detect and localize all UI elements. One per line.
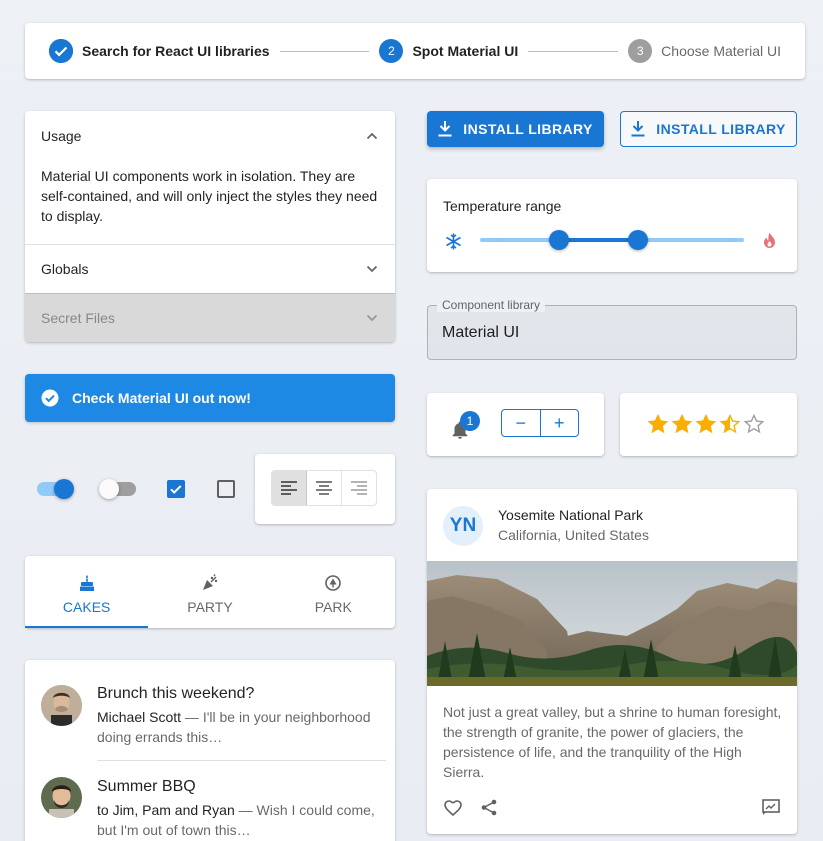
format-align-right-icon: [351, 481, 367, 495]
accordion-globals-header[interactable]: Globals: [25, 244, 395, 293]
accordion-usage-title: Usage: [41, 127, 82, 144]
star-half-icon[interactable]: [720, 414, 740, 434]
slider-thumb-low[interactable]: [549, 230, 570, 250]
quantity-stepper: − +: [501, 409, 579, 437]
install-label: INSTALL LIBRARY: [463, 121, 593, 137]
step-1-label: Search for React UI libraries: [82, 43, 270, 59]
accordion: Usage Material UI components work in iso…: [25, 111, 395, 342]
check-circle-icon: [41, 389, 59, 407]
email-preview: Michael Scott — I'll be in your neighbor…: [97, 707, 377, 747]
fire-icon: [764, 232, 775, 248]
checkbox-unchecked[interactable]: [217, 480, 235, 498]
email-preview: to Jim, Pam and Ryan — Wish I could come…: [97, 800, 377, 840]
accordion-secret-files-header: Secret Files: [25, 293, 395, 342]
chevron-up-icon: [366, 132, 378, 139]
alert-message: Check Material UI out now!: [72, 390, 251, 406]
avatar: [41, 777, 82, 818]
email-title: Brunch this weekend?: [97, 685, 255, 702]
card-description: Not just a great valley, but a shrine to…: [443, 704, 782, 780]
format-align-center-icon: [316, 481, 332, 495]
step-2-number: 2: [379, 39, 404, 63]
list-item[interactable]: Summer BBQ to Jim, Pam and Ryan — Wish I…: [25, 760, 395, 841]
tab-party-label: PARTY: [187, 598, 233, 615]
badge-card: 1 − +: [427, 393, 604, 456]
slider-label: Temperature range: [443, 198, 562, 214]
email-sender: Michael Scott: [97, 709, 182, 725]
step-2[interactable]: 2 Spot Material UI: [379, 39, 518, 63]
slider-track[interactable]: [480, 230, 744, 250]
email-title: Summer BBQ: [97, 778, 196, 795]
success-alert: Check Material UI out now!: [25, 374, 395, 422]
yosemite-image: [427, 561, 797, 686]
temperature-slider-card: Temperature range: [427, 179, 797, 272]
rating-card: [620, 393, 797, 456]
step-3-number: 3: [628, 39, 653, 63]
checkbox-checked[interactable]: [167, 480, 185, 498]
tabs: CAKES PARTY PARK: [25, 556, 395, 628]
cake-icon: [79, 574, 94, 591]
component-library-field[interactable]: Component library Material UI: [427, 298, 797, 360]
star-empty-icon[interactable]: [744, 414, 764, 434]
install-label: INSTALL LIBRARY: [656, 121, 786, 137]
accordion-usage-header[interactable]: Usage: [25, 111, 395, 160]
chevron-down-icon: [366, 265, 378, 273]
align-right-button[interactable]: [342, 471, 376, 505]
tab-park[interactable]: PARK: [272, 556, 395, 628]
avatar: [41, 685, 82, 726]
star-filled-icon[interactable]: [648, 414, 668, 434]
chevron-down-icon: [366, 314, 378, 322]
switch-on[interactable]: [37, 479, 74, 499]
download-icon: [631, 121, 645, 137]
star-rating[interactable]: [648, 414, 764, 434]
tab-park-label: PARK: [314, 598, 352, 615]
increment-button[interactable]: +: [541, 410, 579, 436]
switch-off[interactable]: [99, 479, 136, 499]
step-3-label: Choose Material UI: [661, 43, 781, 59]
celebration-icon: [202, 573, 218, 590]
alignment-toggle-card: [255, 454, 395, 524]
accordion-usage-body: Material UI components work in isolation…: [41, 168, 378, 224]
tab-cakes-label: CAKES: [62, 598, 111, 615]
align-center-button[interactable]: [307, 471, 342, 505]
notification-count-badge: 1: [460, 411, 480, 431]
insert-comment-icon[interactable]: [762, 799, 780, 816]
install-library-contained-button[interactable]: INSTALL LIBRARY: [427, 111, 604, 147]
decrement-button[interactable]: −: [502, 410, 541, 436]
check-icon: [49, 39, 73, 63]
download-icon: [438, 121, 452, 137]
step-3[interactable]: 3 Choose Material UI: [628, 39, 781, 63]
tab-party[interactable]: PARTY: [148, 556, 271, 628]
media-card: YN Yosemite National Park California, Un…: [427, 489, 797, 834]
align-left-button[interactable]: [272, 471, 307, 505]
slider-range-fill: [559, 238, 639, 242]
accordion-globals-title: Globals: [41, 261, 89, 277]
share-icon[interactable]: [481, 799, 497, 816]
star-filled-icon[interactable]: [672, 414, 692, 434]
card-subheader: California, United States: [498, 527, 649, 543]
step-connector: [528, 50, 619, 52]
avatar: YN: [443, 506, 483, 546]
field-label: Component library: [437, 298, 546, 312]
tab-cakes[interactable]: CAKES: [25, 556, 149, 628]
step-2-label: Spot Material UI: [412, 43, 519, 59]
format-align-left-icon: [281, 481, 297, 495]
slider-thumb-high[interactable]: [628, 230, 649, 250]
field-value: Material UI: [442, 324, 520, 341]
stepper: Search for React UI libraries 2 Spot Mat…: [25, 23, 805, 79]
favorite-icon[interactable]: [444, 800, 462, 816]
star-filled-icon[interactable]: [696, 414, 716, 434]
install-library-outlined-button[interactable]: INSTALL LIBRARY: [620, 111, 797, 147]
step-1[interactable]: Search for React UI libraries: [49, 39, 270, 63]
alignment-toggle-group: [271, 470, 377, 506]
list-item[interactable]: Brunch this weekend? Michael Scott — I'l…: [25, 660, 395, 761]
ac-unit-icon: [446, 233, 461, 250]
card-title: Yosemite National Park: [498, 507, 644, 523]
check-icon: [170, 485, 182, 494]
email-sender: to Jim, Pam and Ryan: [97, 802, 235, 818]
accordion-secret-files-title: Secret Files: [41, 310, 115, 326]
step-connector: [279, 50, 370, 52]
park-icon: [325, 574, 342, 591]
email-list: Brunch this weekend? Michael Scott — I'l…: [25, 660, 395, 841]
